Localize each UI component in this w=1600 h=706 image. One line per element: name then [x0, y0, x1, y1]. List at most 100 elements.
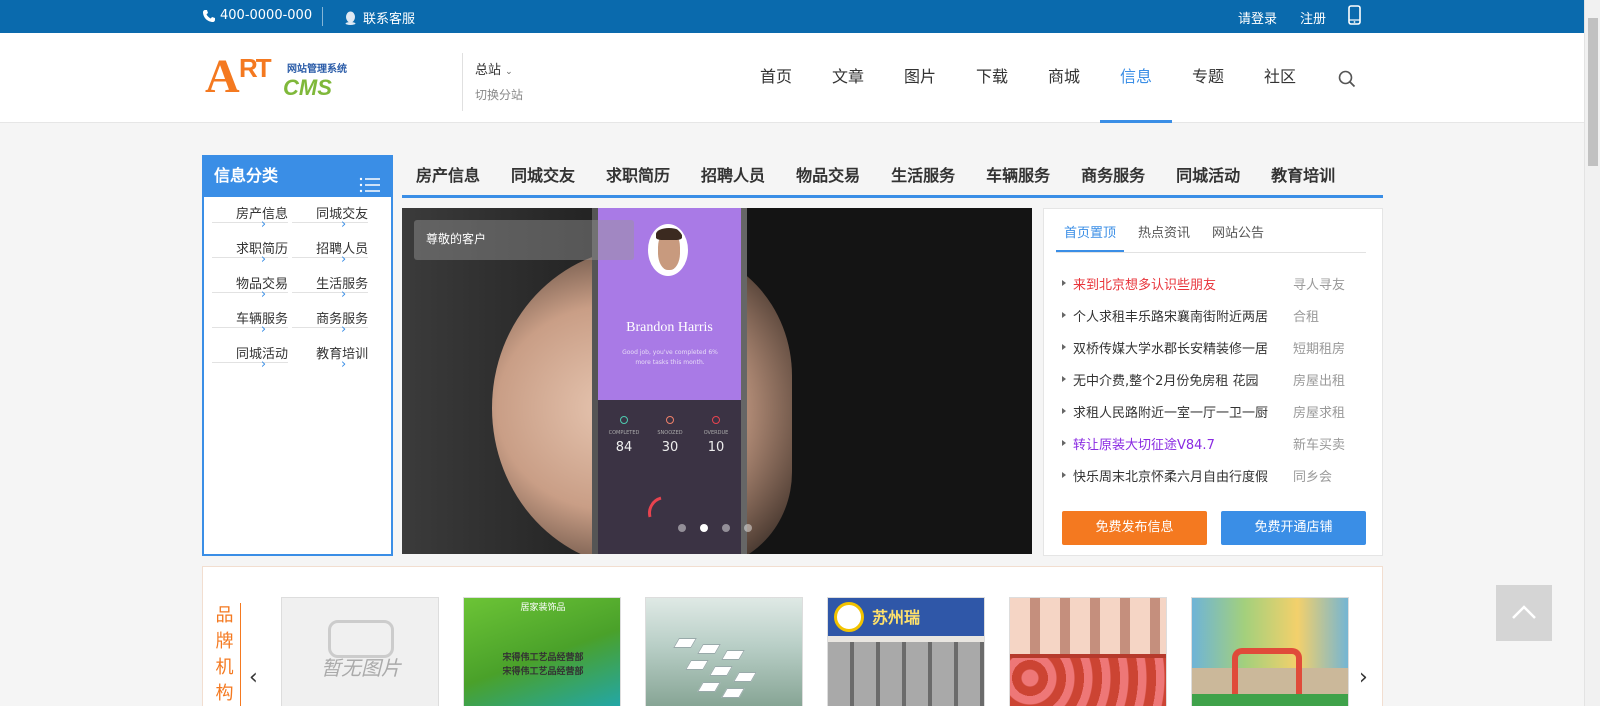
news-title[interactable]: 个人求租丰乐路宋襄南街附近两居 [1073, 306, 1293, 325]
tab-vehicle[interactable]: 车辆服务 [972, 157, 1064, 195]
page-scrollbar[interactable] [1584, 0, 1600, 706]
tab-housing[interactable]: 房产信息 [402, 157, 494, 195]
slider-dot-active[interactable] [700, 524, 708, 532]
nav-mall[interactable]: 商城 [1028, 33, 1100, 123]
tab-friends[interactable]: 同城交友 [497, 157, 589, 195]
news-tag[interactable]: 合租 [1293, 306, 1319, 325]
register-link[interactable]: 注册 [1300, 8, 1326, 27]
hotline: 400-0000-000 [202, 8, 312, 23]
nav-community[interactable]: 社区 [1244, 33, 1316, 123]
slider-dots [678, 524, 752, 532]
site-switcher[interactable]: 总站 ⌄ 切换分站 [462, 53, 523, 111]
site-logo[interactable]: A RT 网站管理系统 CMS [205, 51, 365, 107]
tab-events[interactable]: 同城活动 [1162, 157, 1254, 195]
news-title[interactable]: 无中介费,整个2月份免房租 花园 [1073, 370, 1293, 389]
slider-dot[interactable] [722, 524, 730, 532]
category-item[interactable]: 同城交友 › [292, 207, 369, 232]
tab-trade[interactable]: 物品交易 [782, 157, 874, 195]
news-item: 快乐周末北京怀柔六月自由行度假 同乡会 [1062, 459, 1362, 491]
chevron-right-icon: › [260, 217, 267, 232]
tab-announcements[interactable]: 网站公告 [1204, 217, 1272, 252]
category-tabs: 房产信息 同城交友 求职简历 招聘人员 物品交易 生活服务 车辆服务 商务服务 … [402, 157, 1383, 198]
news-item: 个人求租丰乐路宋襄南街附近两居 合租 [1062, 299, 1362, 331]
bullet-icon [1062, 376, 1066, 382]
bullet-icon [1062, 344, 1066, 350]
stat-overdue: OVERDUE 10 [696, 416, 736, 455]
brand-item[interactable] [645, 597, 803, 706]
news-title[interactable]: 双桥传媒大学水郡长安精装修一居 [1073, 338, 1293, 357]
open-shop-button[interactable]: 免费开通店铺 [1221, 511, 1366, 545]
brand-item[interactable]: 苏州瑞 [827, 597, 985, 706]
list-icon[interactable] [359, 169, 381, 207]
nav-topics[interactable]: 专题 [1172, 33, 1244, 123]
category-item[interactable]: 商务服务 › [292, 312, 369, 337]
slider-dot[interactable] [678, 524, 686, 532]
brand-item[interactable] [1191, 597, 1349, 706]
tab-business[interactable]: 商务服务 [1067, 157, 1159, 195]
chevron-up-icon [1512, 605, 1536, 619]
news-panel: 首页置顶 热点资讯 网站公告 来到北京想多认识些朋友 寻人寻友 个人求租丰乐路宋… [1043, 208, 1383, 556]
news-title[interactable]: 快乐周末北京怀柔六月自由行度假 [1073, 466, 1293, 485]
category-item[interactable]: 车辆服务 › [212, 312, 289, 337]
tab-pinned[interactable]: 首页置顶 [1056, 217, 1125, 252]
chevron-right-icon[interactable]: › [1359, 665, 1368, 690]
news-tag[interactable]: 房屋求租 [1293, 402, 1345, 421]
current-site[interactable]: 总站 ⌄ [475, 59, 513, 78]
customer-service-link[interactable]: 联系客服 [344, 8, 415, 27]
topbar-divider [322, 7, 323, 26]
tab-resume[interactable]: 求职简历 [592, 157, 684, 195]
bullet-icon [1062, 408, 1066, 414]
profile-name: Brandon Harris [626, 320, 713, 335]
news-tag[interactable]: 短期租房 [1293, 338, 1345, 357]
category-item[interactable]: 房产信息 › [212, 207, 289, 232]
nav-images[interactable]: 图片 [884, 33, 956, 123]
brand-item[interactable]: 暂无图片 [281, 597, 439, 706]
tab-life[interactable]: 生活服务 [877, 157, 969, 195]
news-item: 无中介费,整个2月份免房租 花园 房屋出租 [1062, 363, 1362, 395]
nav-articles[interactable]: 文章 [812, 33, 884, 123]
bullet-icon [1062, 280, 1066, 286]
category-item[interactable]: 生活服务 › [292, 277, 369, 302]
category-panel: 信息分类 房产信息 › 同城交友 › 求职简历 › 招聘人员 › 物品交易 › 生活服务 ›… [202, 155, 393, 556]
category-list: 房产信息 › 同城交友 › 求职简历 › 招聘人员 › 物品交易 › 生活服务 › 车辆服务… [204, 197, 391, 372]
slider-dot[interactable] [744, 524, 752, 532]
brand-section: 品牌机构 ‹ 暂无图片 居家装饰品 宋得伟工艺品经营部 宋得伟工艺品经营部 苏州… [202, 566, 1383, 706]
phone-icon [203, 9, 215, 22]
category-item[interactable]: 教育培训 › [292, 347, 368, 372]
news-tag[interactable]: 房屋出租 [1293, 370, 1345, 389]
news-item: 双桥传媒大学水郡长安精装修一居 短期租房 [1062, 331, 1362, 363]
nav-info[interactable]: 信息 [1100, 33, 1172, 123]
site-header: A RT 网站管理系统 CMS 总站 ⌄ 切换分站 首页 文章 图片 下载 商城… [0, 33, 1584, 123]
tab-education[interactable]: 教育培训 [1257, 157, 1349, 195]
stat-snoozed: SNOOZED 30 [650, 416, 690, 455]
avatar [648, 224, 688, 276]
login-link[interactable]: 请登录 [1238, 8, 1277, 27]
nav-home[interactable]: 首页 [740, 33, 812, 123]
category-item[interactable]: 求职简历 › [212, 242, 289, 267]
brand-item[interactable] [1009, 597, 1167, 706]
category-item[interactable]: 同城活动 › [212, 347, 289, 372]
publish-info-button[interactable]: 免费发布信息 [1062, 511, 1207, 545]
back-to-top-button[interactable] [1496, 585, 1552, 641]
tab-hot[interactable]: 热点资讯 [1130, 217, 1198, 252]
search-icon[interactable] [1338, 70, 1356, 92]
chevron-left-icon[interactable]: ‹ [249, 665, 258, 690]
category-panel-title: 信息分类 [214, 166, 279, 185]
news-list: 来到北京想多认识些朋友 寻人寻友 个人求租丰乐路宋襄南街附近两居 合租 双桥传媒… [1062, 267, 1362, 491]
category-item[interactable]: 招聘人员 › [292, 242, 369, 267]
nav-downloads[interactable]: 下载 [956, 33, 1028, 123]
news-tag[interactable]: 寻人寻友 [1293, 274, 1345, 293]
chevron-right-icon: › [340, 217, 347, 232]
chevron-right-icon: › [340, 322, 347, 337]
news-tag[interactable]: 同乡会 [1293, 466, 1332, 485]
news-title[interactable]: 转让原装大切征途V84.7 [1073, 434, 1293, 453]
tab-recruit[interactable]: 招聘人员 [687, 157, 779, 195]
category-item[interactable]: 物品交易 › [212, 277, 289, 302]
news-title[interactable]: 求租人民路附近一室一厅一卫一厨 [1073, 402, 1293, 421]
brand-item[interactable]: 居家装饰品 宋得伟工艺品经营部 宋得伟工艺品经营部 [463, 597, 621, 706]
hero-slider[interactable]: Brandon Harris Good job, you've complete… [402, 208, 1032, 554]
mobile-icon[interactable] [1348, 5, 1361, 29]
news-title[interactable]: 来到北京想多认识些朋友 [1073, 274, 1293, 293]
news-tag[interactable]: 新车买卖 [1293, 434, 1345, 453]
scrollbar-thumb[interactable] [1588, 18, 1598, 166]
